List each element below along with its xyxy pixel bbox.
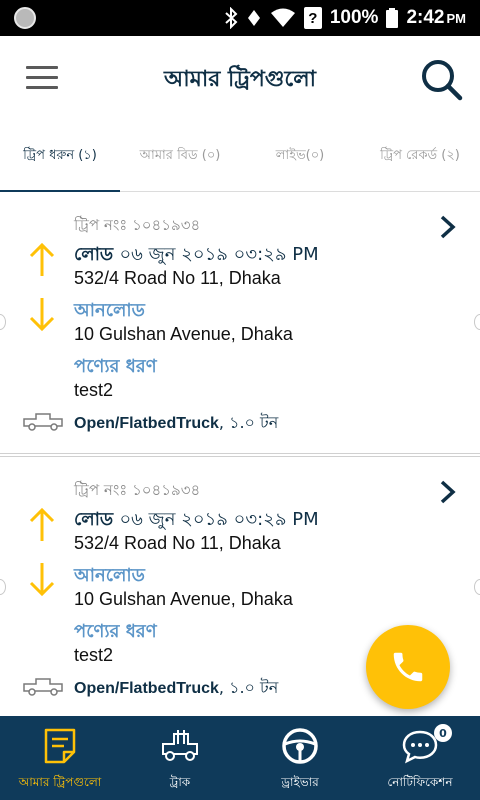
nav-notification[interactable]: 0 নোটিফিকেশন bbox=[360, 716, 480, 800]
bluetooth-icon bbox=[225, 7, 238, 29]
clock: 2:42 PM bbox=[406, 7, 466, 28]
arrow-down-icon bbox=[29, 298, 55, 332]
page-title: আমার ট্রিপগুলো bbox=[164, 67, 316, 92]
unload-address: 10 Gulshan Avenue, Dhaka bbox=[74, 589, 293, 609]
goods-type-label: পণ্যের ধরণ bbox=[74, 621, 157, 642]
truck-outline-icon bbox=[23, 678, 63, 696]
notification-badge: 0 bbox=[434, 724, 452, 742]
app-bar: আমার ট্রিপগুলো bbox=[0, 36, 480, 120]
phone-icon bbox=[393, 652, 423, 682]
goods-type-value: test2 bbox=[74, 380, 114, 400]
nav-label: ড্রাইভার bbox=[281, 775, 319, 789]
call-button[interactable] bbox=[366, 625, 450, 709]
status-icons: ? 100% 2:42 PM bbox=[224, 0, 466, 36]
status-bar: ? 100% 2:42 PM bbox=[0, 0, 480, 36]
trips-note-icon bbox=[44, 728, 76, 764]
app-indicator-icon bbox=[14, 7, 36, 29]
load-datetime: ০৬ জুন ২০১৯ ০৩:২৯ PM bbox=[119, 244, 319, 265]
wifi-icon bbox=[270, 8, 295, 27]
arrow-up-icon bbox=[29, 507, 55, 541]
arrow-up-icon bbox=[29, 242, 55, 276]
diamond-icon bbox=[247, 10, 260, 26]
load-address: 532/4 Road No 11, Dhaka bbox=[74, 268, 281, 288]
goods-type-label: পণ্যের ধরণ bbox=[74, 356, 157, 377]
nav-label: ট্রাক bbox=[169, 775, 191, 789]
truck-info: Open/FlatbedTruck, ১.০ টন bbox=[74, 678, 279, 697]
tab-my-bids[interactable]: আমার বিড (০) bbox=[120, 120, 240, 192]
trip-number: ট্রিপ নংঃ ১০৪১৯৩৪ bbox=[74, 216, 201, 234]
battery-level: 100% bbox=[329, 7, 379, 28]
load-row: লোড ০৬ জুন ২০১৯ ০৩:২৯ PM bbox=[74, 509, 319, 530]
unload-label: আনলোড bbox=[74, 300, 145, 321]
bottom-nav: আমার ট্রিপগুলো ট্রাক ড্রাইভার 0 নোটিফিকে… bbox=[0, 716, 480, 800]
unload-label: আনলোড bbox=[74, 565, 145, 586]
truck-icon bbox=[162, 730, 198, 761]
load-address: 532/4 Road No 11, Dhaka bbox=[74, 533, 281, 553]
battery-icon bbox=[386, 8, 399, 28]
goods-type-value: test2 bbox=[74, 645, 114, 665]
nav-truck[interactable]: ট্রাক bbox=[120, 716, 240, 800]
no-signal-icon: ? bbox=[303, 7, 322, 29]
nav-my-trips[interactable]: আমার ট্রিপগুলো bbox=[0, 716, 120, 800]
chevron-right-icon[interactable] bbox=[438, 479, 458, 505]
tab-live[interactable]: লাইভ(০) bbox=[240, 120, 360, 192]
search-button[interactable] bbox=[418, 56, 464, 102]
tab-take-trip[interactable]: ট্রিপ ধরুন (১) bbox=[0, 120, 120, 193]
nav-driver[interactable]: ড্রাইভার bbox=[240, 716, 360, 800]
trip-tabs: ট্রিপ ধরুন (১) আমার বিড (০) লাইভ(০) ট্রি… bbox=[0, 120, 480, 193]
search-icon bbox=[422, 60, 463, 101]
chevron-right-icon[interactable] bbox=[438, 214, 458, 240]
load-row: লোড ০৬ জুন ২০১৯ ০৩:২৯ PM bbox=[74, 244, 319, 265]
nav-label: আমার ট্রিপগুলো bbox=[18, 775, 102, 789]
trip-number: ট্রিপ নংঃ ১০৪১৯৩৪ bbox=[74, 481, 201, 499]
truck-outline-icon bbox=[23, 413, 63, 431]
trip-card[interactable]: ট্রিপ নংঃ ১০৪১৯৩৪ লোড ০৬ জুন ২০১৯ ০৩:২৯ … bbox=[0, 192, 480, 454]
truck-info: Open/FlatbedTruck, ১.০ টন bbox=[74, 413, 279, 432]
tab-trip-record[interactable]: ট্রিপ রেকর্ড (২) bbox=[360, 120, 480, 192]
unload-address: 10 Gulshan Avenue, Dhaka bbox=[74, 324, 293, 344]
load-datetime: ০৬ জুন ২০১৯ ০৩:২৯ PM bbox=[119, 509, 319, 530]
steering-wheel-icon bbox=[282, 728, 318, 764]
nav-label: নোটিফিকেশন bbox=[387, 775, 453, 789]
arrow-down-icon bbox=[29, 563, 55, 597]
